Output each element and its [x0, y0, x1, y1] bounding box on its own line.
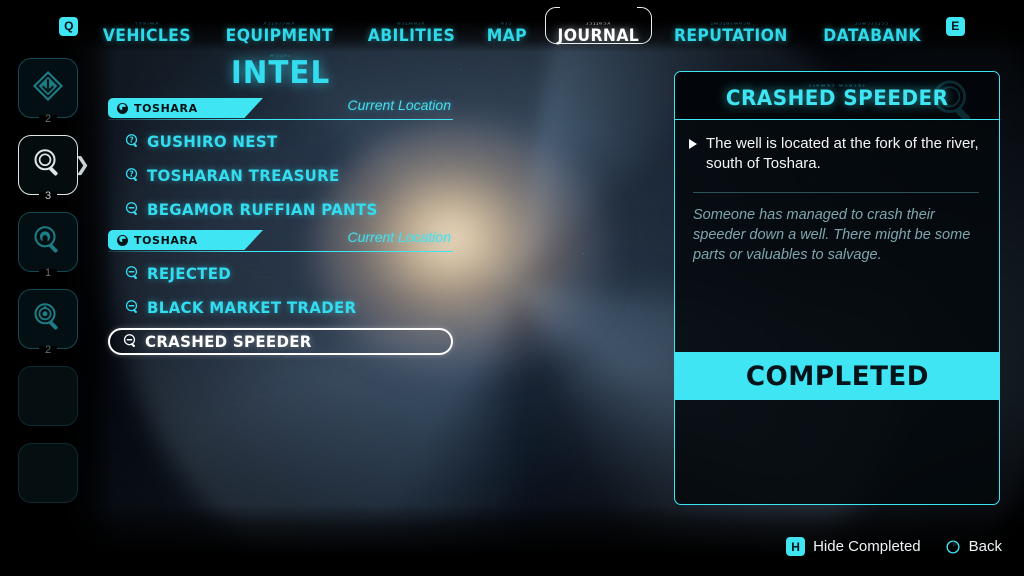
sidebar-slot-count: 2 — [44, 344, 52, 356]
location-pill: TOSHARA — [108, 230, 263, 250]
detail-panel-header: ɔɹɐʍǝɔ ʍɔǝɔǝɹ CRASHED SPEEDER — [675, 72, 999, 120]
intel-item-label: BEGAMOR RUFFIAN PANTS — [147, 200, 378, 219]
top-navigation-bar: Q ⸮ʕǝɹʍʎ VEHICLES ʎɔʇǝɹɔʍʎ EQUIPMENT ɐɔʇʍɐɹʎ… — [0, 0, 1024, 52]
location-pill: TOSHARA — [108, 98, 263, 118]
objective-row: The well is located at the fork of the r… — [689, 134, 983, 174]
nav-tab-journal[interactable]: ɹɔʇʇɐɔʎ JOURNAL — [541, 6, 656, 46]
chevron-right-icon: ❯ — [74, 154, 90, 176]
left-sidebar: 2 3 ❯ 1 2 — [18, 58, 90, 520]
intel-list-item[interactable]: CRASHED SPEEDER — [108, 328, 453, 355]
magnifier-helmet-icon — [31, 223, 65, 262]
sidebar-slot-1[interactable]: 2 — [18, 58, 78, 125]
next-tab-key-badge[interactable]: E — [945, 16, 965, 36]
sidebar-slot-count: 2 — [44, 113, 52, 125]
intel-detail-panel: ɔɹɐʍǝɔ ʍɔǝɔǝɹ CRASHED SPEEDER The well i… — [674, 71, 1000, 505]
svg-text:?: ? — [129, 169, 133, 178]
nav-tab-label: EQUIPMENT — [225, 26, 333, 46]
sidebar-slot-count: 1 — [44, 267, 52, 279]
intel-item-label: CRASHED SPEEDER — [145, 332, 312, 351]
nav-tab-vehicles[interactable]: ⸮ʕǝɹʍʎ VEHICLES — [86, 6, 208, 46]
intel-section-header: TOSHARA Current Location — [108, 229, 453, 252]
current-location-label: Current Location — [347, 97, 451, 113]
magnifier-dash-icon — [124, 264, 139, 284]
sidebar-slot-4[interactable]: 2 — [18, 289, 78, 356]
nav-tab-label: VEHICLES — [103, 26, 192, 46]
nav-tab-label: JOURNAL — [557, 26, 640, 46]
panel-divider — [693, 192, 979, 193]
nav-tab-label: DATABANK — [822, 26, 921, 46]
nav-tab-label: MAP — [486, 26, 527, 46]
svg-text:?: ? — [129, 135, 133, 144]
intel-header: ʍɔʇǝɹ INTEL — [108, 52, 453, 89]
nav-tab-databank[interactable]: ɹɔʍɔɹɔʇɔɔ DATABANK — [806, 6, 938, 46]
intel-list-item[interactable]: ? GUSHIRO NEST — [108, 128, 453, 155]
hide-completed-button[interactable]: H Hide Completed — [786, 537, 921, 556]
intel-item-label: TOSHARAN TREASURE — [147, 166, 340, 185]
nav-tab-map[interactable]: ɐɹɔ MAP — [472, 6, 542, 46]
sidebar-slot-count: 3 — [44, 190, 52, 202]
section-underline — [108, 250, 453, 252]
sidebar-slot-3[interactable]: 1 — [18, 212, 78, 279]
planet-icon — [117, 102, 128, 114]
hide-completed-key-badge: H — [786, 537, 806, 556]
detail-panel-body: The well is located at the fork of the r… — [675, 120, 999, 352]
status-badge: COMPLETED — [675, 352, 999, 400]
description-text: Someone has managed to crash their speed… — [693, 207, 971, 263]
status-label: COMPLETED — [745, 360, 929, 392]
intel-section-header: TOSHARA Current Location — [108, 97, 453, 120]
back-button[interactable]: Back — [945, 538, 1002, 555]
magnifier-gear-icon — [31, 300, 65, 339]
objective-arrow-icon — [689, 139, 697, 149]
nav-tab-list: ⸮ʕǝɹʍʎ VEHICLES ʎɔʇǝɹɔʍʎ EQUIPMENT ɐɔʇʍɐɹʎ AB… — [86, 6, 938, 46]
magnifier-circle-icon — [31, 146, 65, 185]
back-circle-icon — [946, 539, 960, 554]
nav-tab-label: REPUTATION — [673, 26, 788, 46]
current-location-label: Current Location — [347, 229, 451, 245]
planet-icon — [117, 234, 128, 246]
intel-list-item[interactable]: BEGAMOR RUFFIAN PANTS — [108, 196, 453, 223]
detail-panel-title: CRASHED SPEEDER — [725, 86, 949, 110]
section-underline — [108, 118, 453, 120]
intel-list: TOSHARA Current Location? GUSHIRO NEST? TOS… — [108, 97, 453, 355]
location-name: TOSHARA — [134, 233, 198, 247]
prev-tab-key-badge[interactable]: Q — [59, 16, 79, 36]
bottom-hint-bar: H Hide Completed Back — [786, 537, 1002, 556]
sidebar-slot-5[interactable] — [18, 366, 78, 426]
intel-list-item[interactable]: ? TOSHARAN TREASURE — [108, 162, 453, 189]
intel-item-label: BLACK MARKET TRADER — [147, 298, 357, 317]
back-label: Back — [968, 538, 1002, 555]
intel-list-item[interactable]: BLACK MARKET TRADER — [108, 294, 453, 321]
objective-text: The well is located at the fork of the r… — [706, 135, 979, 172]
sidebar-slot-2[interactable]: 3 ❯ — [18, 135, 90, 202]
intel-item-label: REJECTED — [147, 264, 232, 283]
hide-completed-label: Hide Completed — [813, 538, 921, 555]
magnifier-dash-icon — [124, 298, 139, 318]
intel-item-label: GUSHIRO NEST — [147, 132, 278, 151]
magnifier-question-icon: ? — [124, 132, 139, 152]
magnifier-dash-icon — [124, 200, 139, 220]
sidebar-slot-6[interactable] — [18, 443, 78, 503]
nav-tab-reputation[interactable]: ʇʍɔʇǝɹʍɐɔɐ REPUTATION — [656, 6, 806, 46]
intel-column: ʍɔʇǝɹ INTEL TOSHARA Current Location? GUSH… — [108, 52, 453, 362]
intel-list-item[interactable]: REJECTED — [108, 260, 453, 287]
nav-tab-equipment[interactable]: ʎɔʇǝɹɔʍʎ EQUIPMENT — [208, 6, 351, 46]
magnifier-dash-icon — [122, 332, 137, 352]
diamond-download-icon — [31, 69, 65, 108]
magnifier-question-icon: ? — [124, 166, 139, 186]
nav-tab-abilities[interactable]: ɐɔʇʍɐɹʎ ABILITIES — [351, 6, 472, 46]
nav-tab-label: ABILITIES — [367, 26, 455, 46]
page-title: INTEL — [230, 55, 331, 91]
location-name: TOSHARA — [134, 101, 198, 115]
